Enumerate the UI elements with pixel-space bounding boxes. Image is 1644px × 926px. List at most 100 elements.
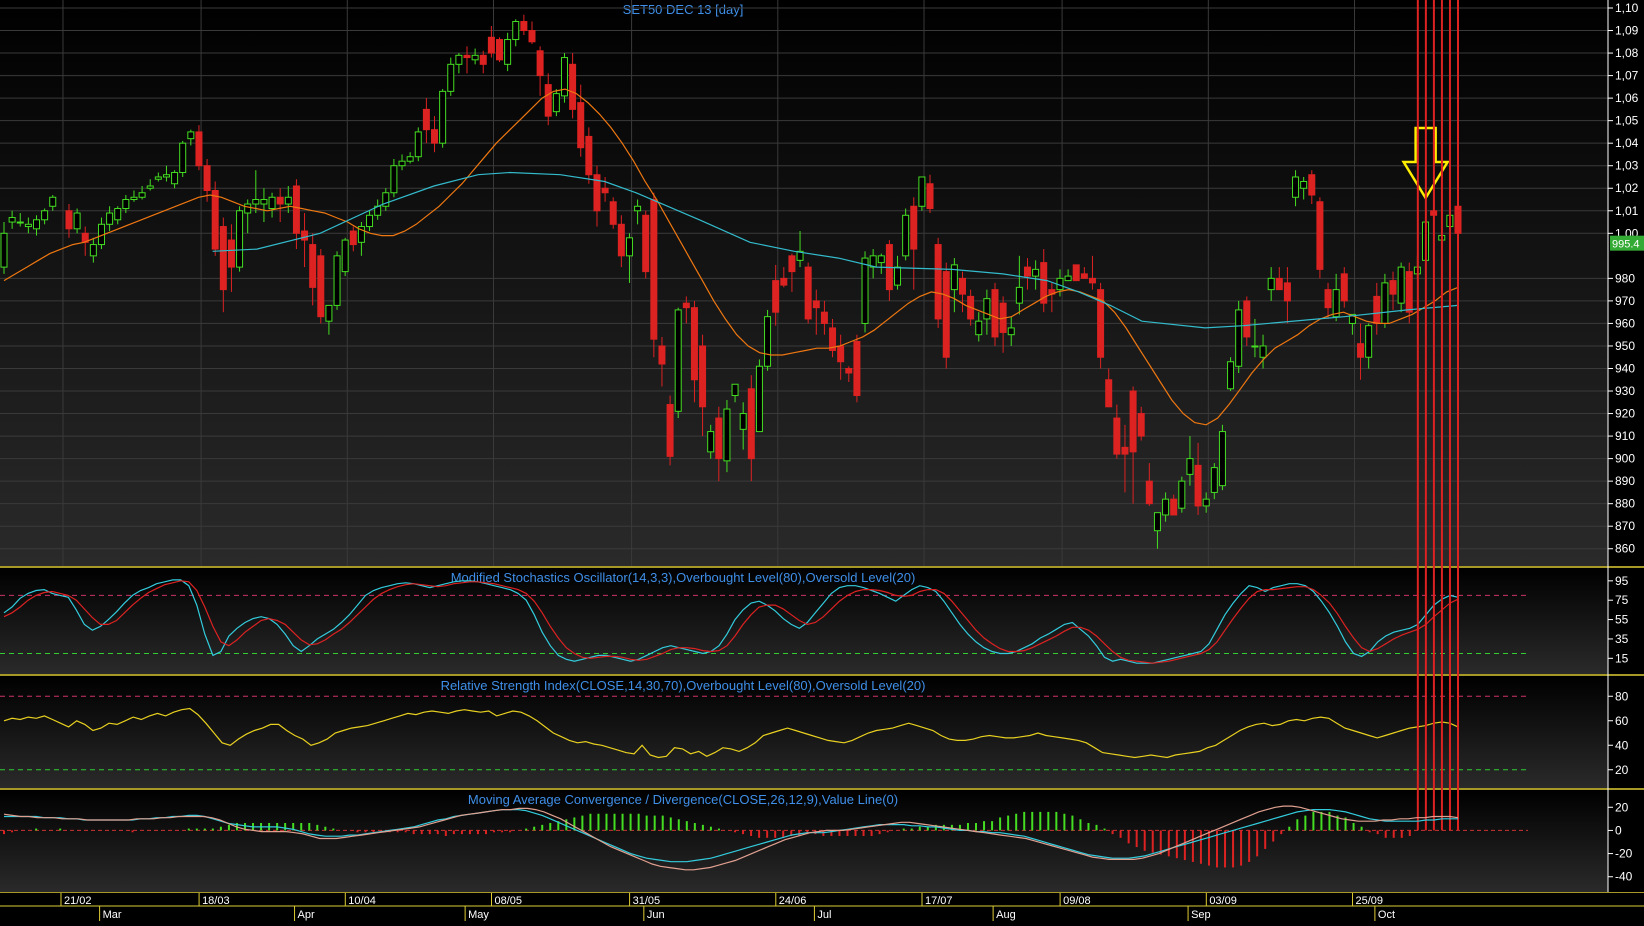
candle-body	[390, 165, 398, 194]
candle-body	[366, 214, 374, 228]
candle-body	[122, 199, 130, 210]
y-tick-label: 20	[1615, 763, 1629, 777]
candle-body	[1194, 464, 1202, 507]
candle-body	[8, 217, 16, 223]
candle-body	[609, 201, 617, 225]
candle-body	[1283, 282, 1291, 302]
candle-body	[252, 199, 260, 205]
candle-body	[333, 255, 341, 306]
candle-body	[1235, 309, 1243, 367]
candle-body	[187, 131, 195, 140]
y-tick-label: 1,09	[1615, 24, 1639, 38]
y-tick-label: 1,04	[1615, 136, 1639, 150]
candle-body	[398, 160, 406, 167]
candle-body	[455, 54, 463, 65]
candle-body	[1113, 417, 1121, 455]
y-tick-label: 35	[1615, 632, 1629, 646]
candle-body	[1357, 343, 1365, 358]
candle-body	[414, 131, 422, 158]
y-tick-label: 1,07	[1615, 69, 1639, 83]
candle-body	[601, 187, 609, 194]
candle-body	[861, 257, 869, 324]
candle-body	[146, 185, 154, 189]
candle-body	[1032, 268, 1040, 277]
candle-body	[1251, 345, 1259, 348]
y-tick-label: 880	[1615, 497, 1635, 511]
chart-svg[interactable]: SET50 DEC 13 [day] 1,10 1,09 1,08 1,07 1,06 1,…	[0, 0, 1644, 921]
candle-body	[479, 54, 487, 65]
y-tick-label: 1,03	[1615, 159, 1639, 173]
x-month-label: Oct	[1378, 909, 1395, 921]
candle-body	[24, 223, 32, 228]
candle-body	[1316, 201, 1324, 270]
candle-body	[528, 30, 536, 43]
candle-body	[309, 244, 317, 288]
candle-body	[130, 196, 138, 201]
candle-body	[1267, 277, 1275, 291]
candle-body	[577, 102, 585, 149]
y-tick-label: 1,06	[1615, 91, 1639, 105]
y-tick-label: 55	[1615, 613, 1629, 627]
candle-body	[171, 171, 179, 185]
candle-body	[585, 135, 593, 176]
y-tick-label: 75	[1615, 593, 1629, 607]
candle-body	[731, 383, 739, 397]
candle-body	[495, 39, 503, 61]
y-tick-label: 1,05	[1615, 114, 1639, 128]
candle-body	[73, 212, 81, 230]
candle-body	[552, 93, 560, 113]
candle-body	[950, 264, 958, 291]
y-tick-label: 1,08	[1615, 46, 1639, 60]
candle-body	[49, 196, 57, 207]
candle-body	[406, 156, 414, 162]
candle-body	[463, 54, 471, 59]
candle-body	[276, 196, 284, 205]
candle-body	[227, 239, 235, 268]
candle-body	[1105, 379, 1113, 408]
candle-body	[845, 367, 853, 374]
trading-chart-window: SET50 DEC 13 [day] 1,10 1,09 1,08 1,07 1,06 1,…	[0, 0, 1644, 921]
pane-title: Relative Strength Index(CLOSE,14,30,70),…	[441, 678, 926, 693]
candle-body	[544, 84, 552, 117]
candle-body	[617, 223, 625, 257]
candle-body	[203, 165, 211, 191]
candle-body	[1292, 176, 1300, 198]
candle-body	[747, 388, 755, 460]
x-day-label: 18/03	[202, 895, 230, 907]
candle-body	[942, 271, 950, 358]
x-month-label: Jun	[647, 909, 665, 921]
candle-body	[520, 21, 528, 32]
candle-body	[715, 417, 723, 460]
candle-body	[292, 185, 300, 234]
x-day-label: 08/05	[494, 895, 522, 907]
candle-body	[723, 408, 731, 462]
candle-body	[1259, 345, 1267, 358]
candle-body	[707, 431, 715, 453]
candle-body	[179, 142, 187, 173]
x-month-label: Apr	[298, 909, 315, 921]
candle-body	[1381, 282, 1389, 324]
y-tick-label: 95	[1615, 574, 1629, 588]
candle-body	[1405, 271, 1413, 313]
candle-body	[1088, 277, 1096, 284]
x-month-label: May	[468, 909, 489, 921]
x-month-label: Sep	[1191, 909, 1211, 921]
candle-body	[934, 244, 942, 320]
candle-body	[910, 205, 918, 250]
candle-body	[804, 266, 812, 320]
y-tick-label: 860	[1615, 542, 1635, 556]
candle-body	[487, 36, 495, 54]
y-tick-label: -40	[1615, 870, 1633, 884]
y-tick-label: 40	[1615, 738, 1629, 752]
candle-body	[106, 212, 114, 225]
y-tick-label: 960	[1615, 316, 1635, 330]
x-month-label: Mar	[103, 909, 122, 921]
pane-2: Relative Strength Index(CLOSE,14,30,70),…	[0, 676, 1644, 790]
y-tick-label: 890	[1615, 474, 1635, 488]
candle-body	[422, 108, 430, 131]
candle-body	[1178, 480, 1186, 509]
y-tick-label: 970	[1615, 294, 1635, 308]
candle-body	[569, 63, 577, 110]
candle-body	[780, 277, 788, 286]
y-tick-label: 980	[1615, 271, 1635, 285]
